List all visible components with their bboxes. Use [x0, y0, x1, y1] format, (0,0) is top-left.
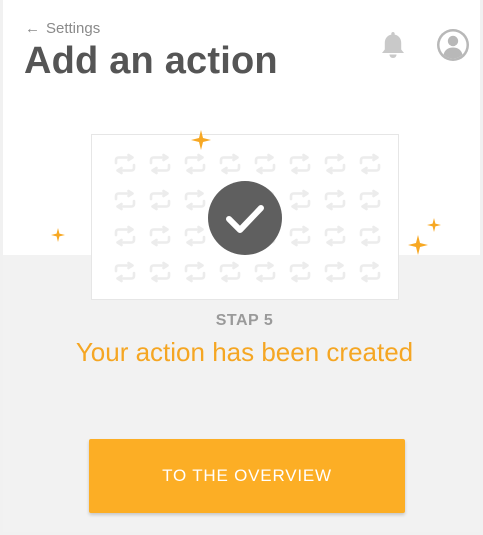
repeat-arrows-icon — [184, 153, 206, 175]
repeat-arrows-icon — [254, 261, 276, 283]
repeat-arrows-icon — [359, 261, 381, 283]
sparkle-icon — [427, 218, 441, 232]
checkmark-icon — [208, 181, 282, 255]
repeat-arrows-icon — [359, 189, 381, 211]
repeat-arrows-icon — [114, 225, 136, 247]
repeat-arrows-icon — [219, 153, 241, 175]
repeat-arrows-icon — [184, 189, 206, 211]
repeat-arrows-icon — [324, 153, 346, 175]
repeat-arrows-icon — [184, 261, 206, 283]
sparkle-icon — [408, 235, 428, 255]
repeat-arrows-icon — [359, 225, 381, 247]
bell-icon[interactable] — [379, 30, 407, 60]
repeat-arrows-icon — [289, 225, 311, 247]
repeat-arrows-icon — [149, 153, 171, 175]
repeat-arrows-icon — [324, 189, 346, 211]
repeat-arrows-icon — [149, 189, 171, 211]
repeat-arrows-icon — [149, 225, 171, 247]
page-header: ← Settings Add an action — [3, 0, 480, 95]
repeat-arrows-icon — [114, 261, 136, 283]
to-overview-button[interactable]: TO THE OVERVIEW — [89, 439, 405, 513]
step-label: STAP 5 — [215, 312, 274, 329]
repeat-arrows-icon — [219, 261, 241, 283]
repeat-arrows-icon — [289, 189, 311, 211]
success-message: Your action has been created — [75, 337, 414, 367]
app-frame: ← Settings Add an action STAP 5 Your act… — [0, 0, 483, 535]
back-link-settings[interactable]: ← Settings — [25, 20, 100, 37]
user-avatar-icon[interactable] — [436, 28, 470, 62]
repeat-arrows-icon — [324, 261, 346, 283]
sparkle-icon — [191, 130, 211, 150]
repeat-arrows-icon — [114, 189, 136, 211]
back-link-label: Settings — [46, 20, 101, 37]
repeat-arrows-icon — [149, 261, 171, 283]
page-title: Add an action — [24, 40, 278, 82]
sparkle-icon — [51, 228, 65, 242]
repeat-arrows-icon — [184, 225, 206, 247]
repeat-arrows-icon — [324, 225, 346, 247]
back-arrow-icon: ← — [25, 20, 40, 37]
repeat-arrows-icon — [289, 153, 311, 175]
repeat-arrows-icon — [289, 261, 311, 283]
repeat-arrows-icon — [254, 153, 276, 175]
repeat-arrows-icon — [114, 153, 136, 175]
repeat-arrows-icon — [359, 153, 381, 175]
